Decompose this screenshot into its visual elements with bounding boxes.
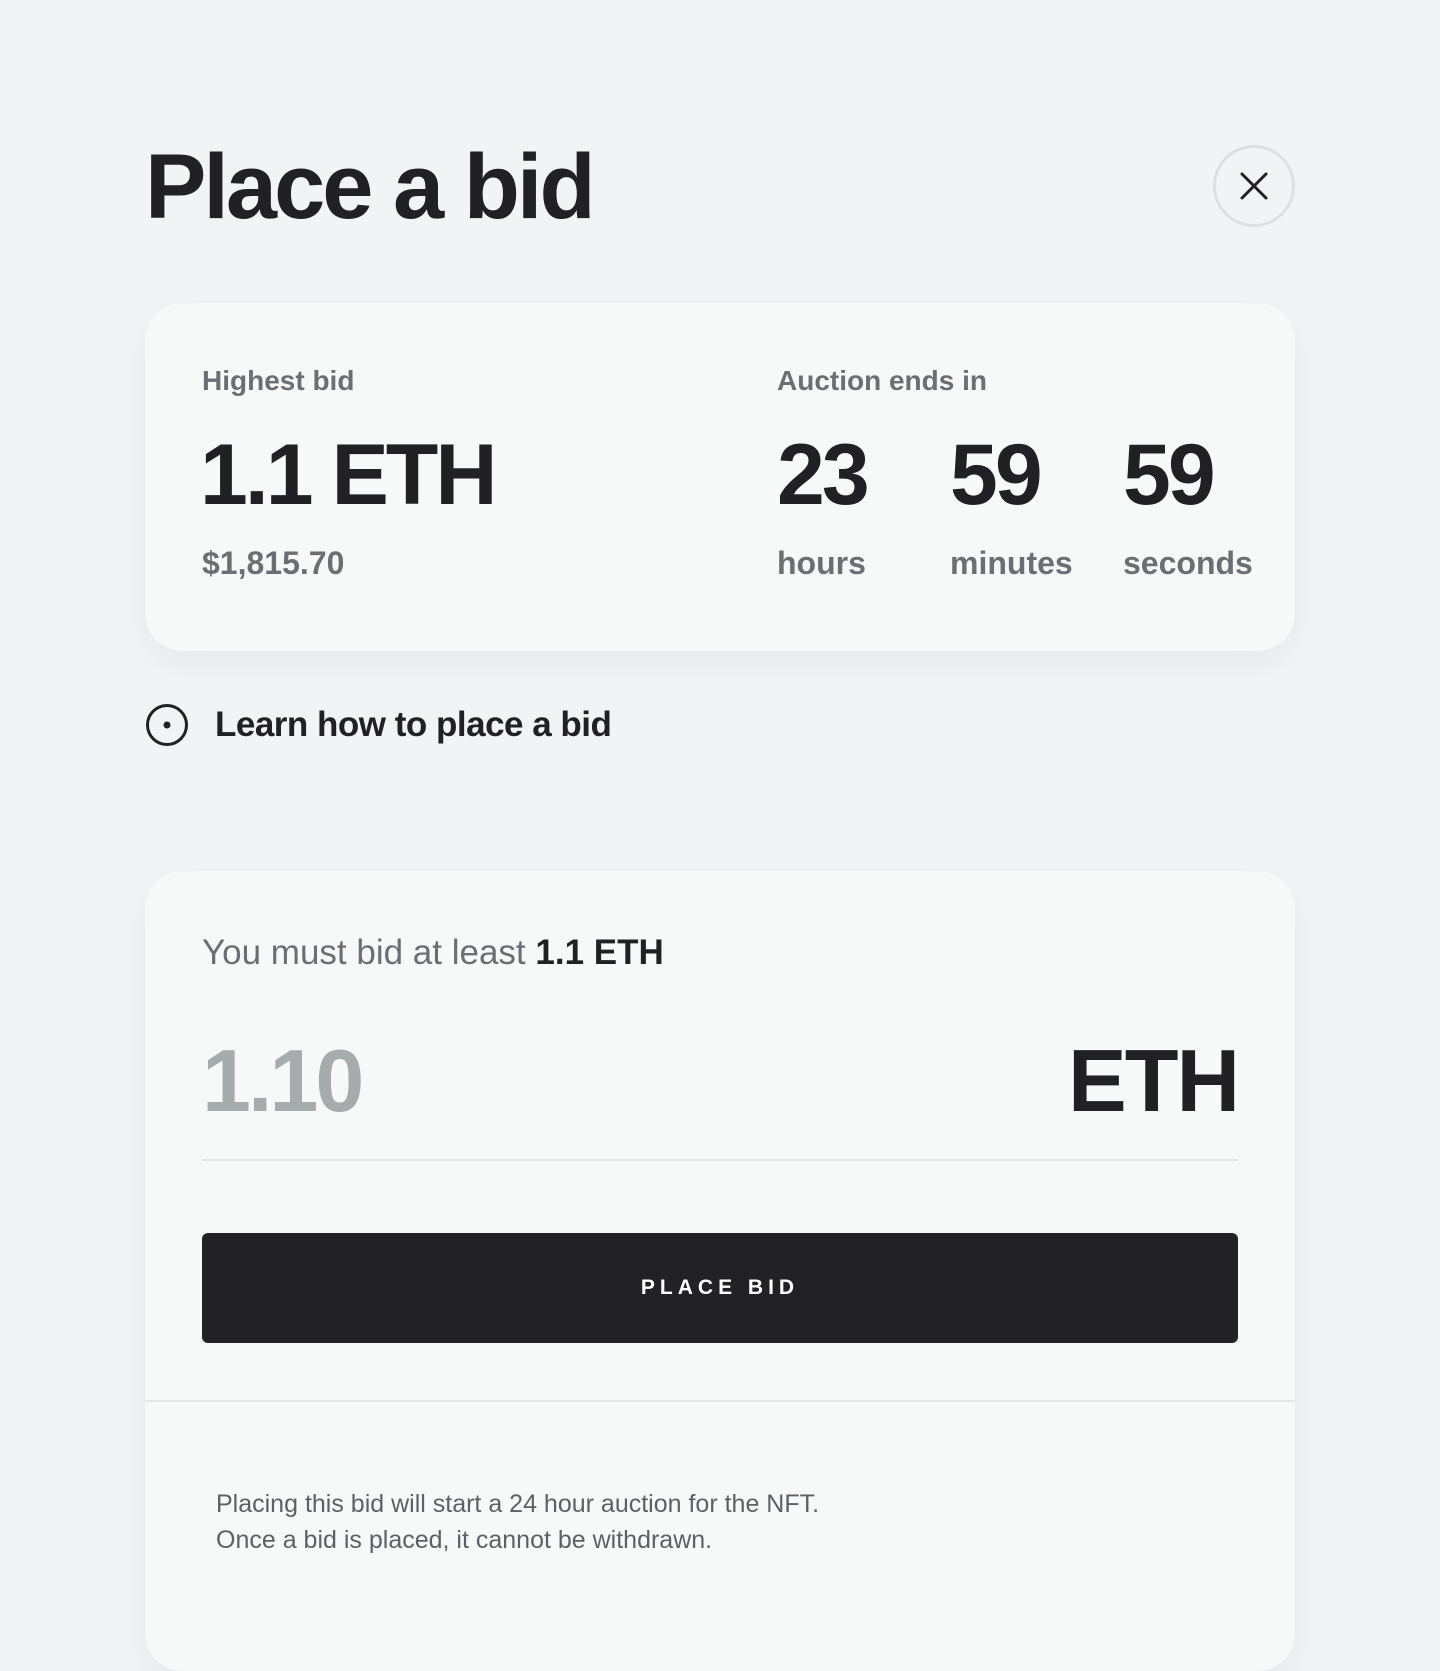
card-divider [145, 1400, 1295, 1402]
disclaimer-line-2: Once a bid is placed, it cannot be withd… [216, 1526, 713, 1554]
min-bid-notice: You must bid at least 1.1 ETH [202, 931, 664, 975]
disclaimer-text: Placing this bid will start a 24 hour au… [216, 1486, 1116, 1558]
play-circle-icon [146, 704, 188, 746]
highest-bid-label: Highest bid [202, 365, 355, 396]
countdown-minutes-unit: minutes [950, 545, 1073, 581]
min-bid-prefix: You must bid at least [202, 933, 526, 972]
disclaimer-line-1: Placing this bid will start a 24 hour au… [216, 1490, 820, 1518]
countdown-seconds-unit: seconds [1123, 545, 1253, 581]
min-bid-amount: 1.1 ETH [535, 933, 664, 972]
bid-form-card: You must bid at least 1.1 ETH ETH PLACE … [145, 871, 1295, 1671]
learn-how-label: Learn how to place a bid [215, 705, 612, 744]
input-divider [202, 1159, 1238, 1161]
highest-bid-value: 1.1 ETH [200, 427, 497, 523]
bid-amount-input[interactable] [202, 1026, 902, 1136]
place-bid-button[interactable]: PLACE BID [202, 1233, 1238, 1343]
countdown-minutes-value: 59 [950, 427, 1043, 523]
countdown-hours-unit: hours [777, 545, 866, 581]
currency-label: ETH [1068, 1031, 1240, 1130]
modal-header: Place a bid [145, 140, 1295, 235]
bid-modal: Place a bid Highest bid 1.1 ETH $1,815.7… [145, 0, 1295, 1671]
auction-ends-label: Auction ends in [777, 365, 987, 396]
countdown-seconds-value: 59 [1123, 427, 1216, 523]
auction-stats-card: Highest bid 1.1 ETH $1,815.70 Auction en… [145, 303, 1295, 651]
learn-how-link[interactable]: Learn how to place a bid [145, 700, 612, 750]
highest-bid-usd: $1,815.70 [202, 545, 345, 581]
countdown-hours-value: 23 [777, 427, 870, 523]
close-button[interactable] [1213, 145, 1295, 227]
page-title: Place a bid [145, 136, 596, 238]
close-icon [1240, 172, 1268, 200]
